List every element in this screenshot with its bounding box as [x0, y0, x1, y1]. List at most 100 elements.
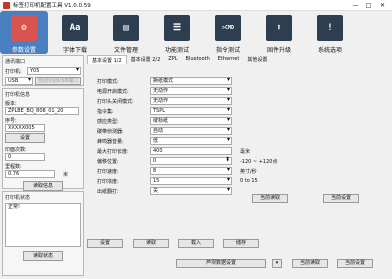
list-icon: ☰ [164, 15, 190, 41]
form-row-print-mode: 打印模式: 撕纸模式 [97, 76, 297, 86]
print-mode-select[interactable]: 撕纸模式 [150, 77, 232, 85]
set-all-button[interactable]: 当前设置 [337, 259, 373, 268]
app-window: 标签打印机配置工具 V1.0.0.59 — □ ✕ ⚙ 参数设置 Aa 字体下载… [0, 0, 392, 279]
form-label: 感应类型: [97, 118, 119, 125]
form-row-density: 打印浓度: 15 0 to 15 [97, 176, 297, 186]
read-button[interactable]: 读取 [133, 239, 169, 248]
read-info-button[interactable]: 读取信息 [23, 181, 63, 191]
tool-font-download[interactable]: Aa 字体下载 [51, 11, 99, 54]
form-label: 指令集: [97, 108, 114, 115]
mileage-field: 0.76 [5, 170, 55, 178]
serial-label: 序号: [5, 118, 17, 124]
tool-parameter-settings[interactable]: ⚙ 参数设置 [0, 11, 48, 54]
current-settings-button[interactable]: 当前设置 [323, 194, 359, 203]
bulk-settings-dropdown[interactable]: 芦坝数据设置 [176, 259, 266, 268]
printer-label: 打印机: [5, 68, 22, 75]
main-toolbar: ⚙ 参数设置 Aa 字体下载 ▤ 文件管理 ☰ 功能测试 >CMD 指令测试 ⬆… [0, 11, 392, 54]
sensor-type-select[interactable]: 缝标纸 [150, 117, 232, 125]
maximize-button[interactable]: □ [364, 1, 373, 10]
form-label: 打印模式: [97, 78, 119, 85]
form-row-head-close: 打印头关闭模式: 无动作 [97, 96, 297, 106]
tool-firmware-upgrade[interactable]: ⬆ 固件升级 [255, 11, 303, 54]
tool-label: 固件升级 [266, 47, 291, 54]
form-hint: -120 ~ +120点 [240, 158, 278, 165]
tool-label: 系统选项 [317, 47, 342, 54]
auto-detect-usb-button[interactable]: 自动识别USB端口 [35, 77, 81, 85]
form-label: 蜂鸣器音量: [97, 138, 124, 145]
alert-icon: ! [317, 15, 343, 41]
head-close-mode-select[interactable]: 无动作 [150, 97, 232, 105]
offset-stepper[interactable]: 0 [150, 157, 232, 165]
read-all-button[interactable]: 当前读取 [292, 259, 328, 268]
gear-icon: ⚙ [11, 15, 37, 41]
set-button[interactable]: 设置 [87, 239, 123, 248]
form-label: 最大打印长度: [97, 148, 129, 155]
mileage-label: 里程数: [5, 164, 22, 170]
tab-other[interactable]: 其他设置 [243, 55, 271, 64]
tool-label: 文件管理 [113, 47, 138, 54]
print-density-select[interactable]: 15 [150, 177, 232, 185]
form-hint: 毫米 [240, 148, 251, 155]
power-on-mode-select[interactable]: 无动作 [150, 87, 232, 95]
settings-form: 打印模式: 撕纸模式 电源开启模式: 无动作 打印头关闭模式: 无动作 指令集:… [97, 76, 297, 196]
close-button[interactable]: ✕ [378, 1, 387, 10]
form-row-command-set: 指令集: TSPL [97, 106, 297, 116]
app-logo-icon [3, 1, 10, 9]
read-status-button[interactable]: 读取状态 [23, 251, 63, 261]
save-button[interactable]: 储存 [223, 239, 259, 248]
tab-basic-1[interactable]: 基本设置 1/2 [87, 55, 127, 64]
buzzer-volume-select[interactable]: 低 [150, 137, 232, 145]
tab-zpl[interactable]: ZPL [164, 55, 181, 64]
printer-select[interactable]: Y05 [27, 67, 81, 75]
tool-file-management[interactable]: ▤ 文件管理 [102, 11, 150, 54]
set-serial-button[interactable]: 设置 [5, 133, 45, 143]
mileage-unit: 米 [63, 171, 69, 178]
comm-port-group: 通讯端口 打印机: Y05 USB 自动识别USB端口 [2, 55, 84, 86]
tool-command-test[interactable]: >CMD 指令测试 [204, 11, 252, 54]
tool-label: 指令测试 [215, 47, 240, 54]
tool-label: 参数设置 [11, 47, 36, 54]
version-label: 版本: [5, 101, 17, 107]
form-row-speed: 打印速度: 8 英寸/秒 [97, 166, 297, 176]
form-hint: 0 to 15 [240, 178, 258, 184]
tab-ethernet[interactable]: Ethernet [214, 55, 244, 64]
tab-bluetooth[interactable]: Bluetooth [182, 55, 214, 64]
form-row-max-length: 最大打印长度: 400 毫米 [97, 146, 297, 156]
read-current-button[interactable]: 当前读取 [252, 194, 288, 203]
tool-function-test[interactable]: ☰ 功能测试 [153, 11, 201, 54]
printer-info-group: 打印机信息 版本: ZPLBE_BQ_808_01_20 序号: XXXXX00… [2, 88, 84, 191]
form-label: 打印浓度: [97, 178, 119, 185]
form-label: 打印头关闭模式: [97, 98, 134, 105]
load-button[interactable]: 载入 [178, 239, 214, 248]
ribbon-sensor-select[interactable]: 自动 [150, 127, 232, 135]
print-speed-select[interactable]: 8 [150, 167, 232, 175]
form-label: 打印速度: [97, 168, 119, 175]
version-field: ZPLBE_BQ_808_01_20 [5, 107, 79, 115]
paper-out-select[interactable]: 关 [150, 187, 232, 195]
form-row-buzzer: 蜂鸣器音量: 低 [97, 136, 297, 146]
form-label: 出纸翻打: [97, 188, 119, 195]
printer-info-title: 打印机信息 [5, 92, 31, 98]
tab-basic-2[interactable]: 基本设置 2/2 [127, 55, 165, 64]
port-select[interactable]: USB [5, 77, 33, 85]
command-set-select[interactable]: TSPL [150, 107, 232, 115]
window-title: 标签打印机配置工具 V1.0.0.59 [13, 3, 91, 9]
file-icon: ▤ [113, 15, 139, 41]
chevron-down-icon[interactable]: ▾ [272, 259, 282, 268]
head-count-label: 印面次数: [5, 147, 27, 153]
form-hint: 英寸/秒 [240, 168, 257, 175]
tool-system-options[interactable]: ! 系统选项 [306, 11, 354, 54]
comm-port-title: 通讯端口 [5, 59, 26, 65]
settings-tabs: 基本设置 1/2 基本设置 2/2 ZPL Bluetooth Ethernet… [87, 55, 390, 64]
command-icon: >CMD [215, 15, 241, 41]
form-row-ribbon-sensor: 碳带侦测器: 自动 [97, 126, 297, 136]
status-text-box: 正常! [5, 203, 81, 247]
serial-field[interactable]: XXXXX005 [5, 124, 45, 132]
form-row-sensor-type: 感应类型: 缝标纸 [97, 116, 297, 126]
printer-status-group: 打印机状态 正常! 读取状态 [2, 191, 84, 276]
max-length-input[interactable]: 400 [150, 147, 232, 155]
minimize-button[interactable]: — [351, 1, 360, 10]
form-label: 碳带侦测器: [97, 128, 124, 135]
upgrade-icon: ⬆ [266, 15, 292, 41]
tool-label: 字体下载 [62, 47, 87, 54]
